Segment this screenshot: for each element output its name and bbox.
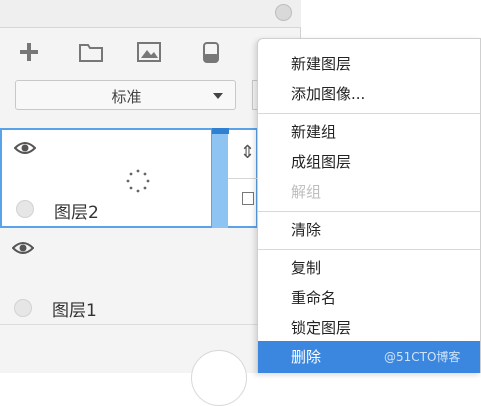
menu-item-group-layers[interactable]: 成组图层: [291, 151, 351, 172]
layers-panel: 标准 图层2 ⇕ 图层1: [0, 0, 301, 406]
menu-item-new-layer[interactable]: 新建图层: [291, 53, 351, 74]
menu-item-new-group[interactable]: 新建组: [291, 121, 336, 142]
menu-divider: [258, 249, 480, 250]
menu-divider: [258, 211, 480, 212]
move-icon[interactable]: ⇕: [240, 142, 255, 163]
menu-item-lock-layer[interactable]: 锁定图层: [291, 317, 351, 338]
layer-opacity-strip[interactable]: [211, 128, 229, 228]
watermark: @51CTO博客: [384, 350, 461, 364]
loading-spinner-icon: [126, 169, 150, 193]
panel-titlebar: [0, 0, 301, 28]
layer-select-radio[interactable]: [14, 299, 32, 317]
layer-row[interactable]: 图层1: [0, 230, 258, 325]
layer-name: 图层1: [52, 301, 97, 321]
context-menu: 新建图层 添加图像... 新建组 成组图层 解组 清除 复制 重命名 锁定图层 …: [257, 38, 481, 373]
color-swatch[interactable]: [191, 350, 247, 406]
layer-select-radio[interactable]: [16, 200, 34, 218]
plus-icon: [20, 43, 38, 61]
menu-item-delete-label: 删除: [291, 348, 322, 366]
menu-item-clear[interactable]: 清除: [291, 219, 321, 240]
opacity-handle[interactable]: [212, 128, 229, 134]
folder-icon: [79, 44, 103, 62]
eye-icon[interactable]: [12, 240, 34, 256]
menu-divider: [258, 113, 480, 114]
eye-icon[interactable]: [14, 140, 36, 156]
image-icon: [137, 42, 161, 62]
menu-item-duplicate[interactable]: 复制: [291, 257, 321, 278]
divider: [228, 178, 258, 179]
chevron-down-icon: [213, 93, 223, 99]
add-image-button[interactable]: [136, 40, 162, 64]
add-layer-button[interactable]: [16, 40, 42, 64]
blend-mode-select[interactable]: 标准: [15, 80, 236, 110]
add-mask-button[interactable]: [198, 40, 224, 64]
menu-item-delete[interactable]: 删除 @51CTO博客: [258, 341, 480, 373]
lock-icon[interactable]: [242, 192, 254, 205]
mask-icon: [203, 42, 219, 63]
blend-mode-value: 标准: [111, 88, 142, 106]
menu-item-add-image[interactable]: 添加图像...: [291, 83, 365, 104]
menu-item-rename[interactable]: 重命名: [291, 287, 336, 308]
layer-name: 图层2: [54, 203, 99, 223]
add-group-button[interactable]: [78, 40, 104, 64]
close-button[interactable]: [275, 4, 292, 21]
menu-item-ungroup: 解组: [291, 183, 322, 201]
